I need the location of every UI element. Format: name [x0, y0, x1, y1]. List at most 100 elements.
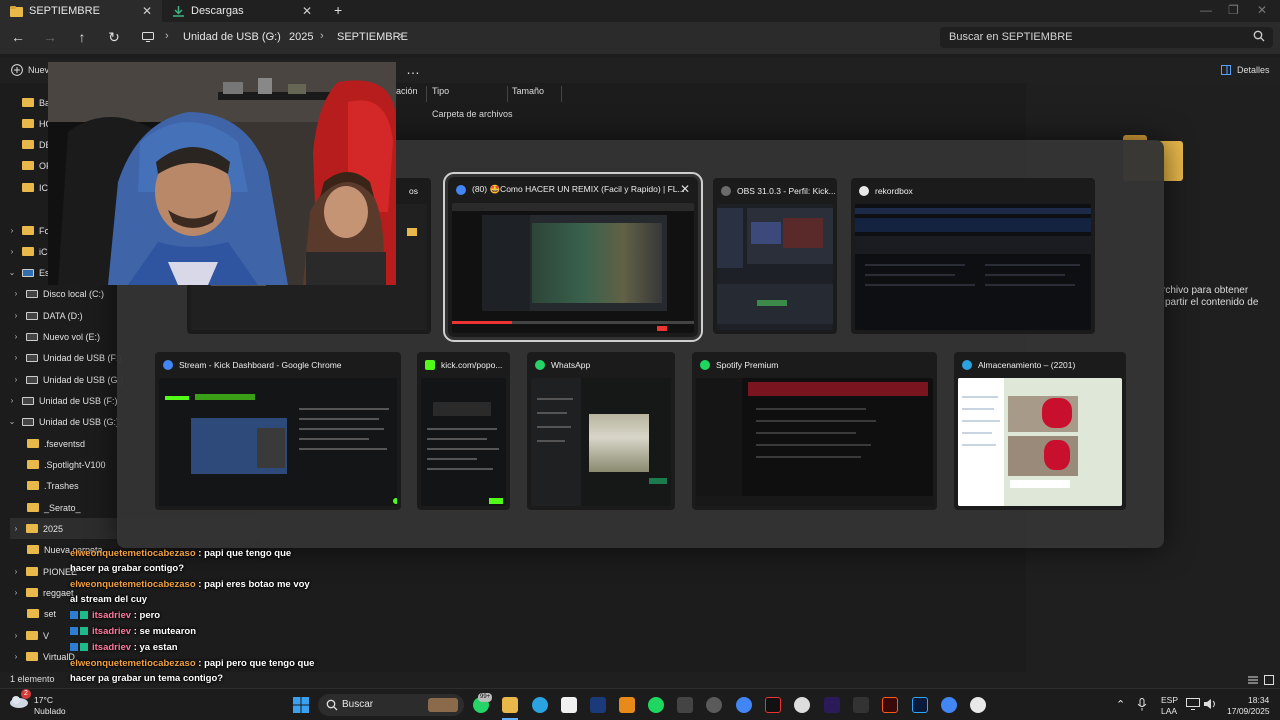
chevron-right-icon[interactable]: › [10, 375, 22, 384]
obs-icon[interactable] [706, 697, 722, 713]
sidebar-item[interactable]: › Unidad de USB (G:) [10, 369, 123, 390]
chevron-right-icon[interactable]: › [6, 226, 18, 235]
chevron-right-icon[interactable]: › [10, 311, 22, 320]
sidebar-item[interactable]: ⌄ Unidad de USB (G:) [6, 411, 119, 432]
chevron-down-icon[interactable]: ⌄ [6, 417, 18, 426]
column-divider[interactable] [507, 86, 508, 102]
monitor-icon[interactable] [142, 32, 154, 42]
column-header-date[interactable]: ación [396, 86, 418, 96]
microphone-icon[interactable] [1137, 698, 1147, 711]
switcher-window-telegram[interactable]: Almacenamiento – (2201) [954, 352, 1126, 510]
details-view-icon[interactable] [1248, 675, 1258, 685]
photoshop-icon[interactable] [912, 697, 928, 713]
details-button[interactable]: Detalles [1237, 65, 1270, 75]
taskbar-search-box[interactable]: Buscar [318, 694, 464, 716]
chatgpt-icon[interactable] [794, 697, 810, 713]
breadcrumb-septiembre[interactable]: SEPTIEMBRE [337, 31, 408, 43]
sidebar-item[interactable]: › Unidad de USB (F:) [6, 390, 118, 411]
forward-arrow-icon[interactable]: → [41, 29, 59, 45]
breadcrumb-usb-g[interactable]: Unidad de USB (G:) [183, 31, 281, 43]
chat-username[interactable]: itsadriev [92, 626, 131, 637]
fl-studio-icon[interactable] [619, 697, 635, 713]
chevron-right-icon[interactable]: › [6, 396, 18, 405]
new-button[interactable]: Nuev [28, 65, 49, 75]
chat-username[interactable]: itsadriev [92, 642, 131, 653]
switcher-window-youtube[interactable]: (80) 🤩Como HACER UN REMIX (Facil y Rapid… [443, 172, 703, 342]
tab-descargas[interactable]: Descargas ✕ [162, 0, 322, 22]
refresh-icon[interactable]: ↻ [105, 29, 123, 46]
sidebar-item[interactable]: › reggaet [10, 582, 74, 603]
column-divider[interactable] [561, 86, 562, 102]
network-icon[interactable] [1186, 698, 1200, 710]
maximize-icon[interactable]: ❐ [1228, 3, 1239, 17]
windows-start-icon[interactable] [293, 697, 309, 713]
chevron-right-icon[interactable]: › [10, 332, 22, 341]
close-window-icon[interactable]: ✕ [680, 182, 690, 196]
sidebar-item[interactable]: › Unidad de USB (F:) [10, 347, 122, 368]
chrome-profile-icon[interactable] [941, 697, 957, 713]
lc-app-icon[interactable] [590, 697, 606, 713]
chevron-right-icon[interactable]: › [10, 353, 22, 362]
sidebar-item[interactable]: .Spotlight-V100 [27, 454, 106, 475]
weather-desc[interactable]: Nublado [34, 706, 66, 716]
telegram-icon[interactable] [532, 697, 548, 713]
rekordbox-icon[interactable] [970, 697, 986, 713]
volume-icon[interactable] [1203, 698, 1217, 710]
close-tab-icon[interactable]: ✕ [302, 4, 312, 18]
chevron-right-icon[interactable]: › [10, 588, 22, 597]
switcher-window-obs[interactable]: OBS 31.0.3 - Perfil: Kick... [713, 178, 837, 334]
capture-app-icon[interactable] [677, 697, 693, 713]
weather-temp[interactable]: 17°C [34, 695, 53, 705]
chevron-right-icon[interactable]: › [10, 567, 22, 576]
chevron-right-icon[interactable]: › [10, 524, 22, 533]
search-input[interactable]: Buscar en SEPTIEMBRE [940, 27, 1273, 48]
switcher-window-kick-dashboard[interactable]: Stream - Kick Dashboard - Google Chrome [155, 352, 401, 510]
sidebar-item[interactable]: .fseventsd [27, 433, 85, 454]
sidebar-item[interactable]: › PIONEE [10, 561, 77, 582]
tiktok-icon[interactable] [765, 697, 781, 713]
clock-date[interactable]: 17/09/2025 [1227, 706, 1270, 716]
switcher-window-kick-chat[interactable]: kick.com/popo... [417, 352, 510, 510]
chevron-right-icon[interactable]: › [10, 631, 22, 640]
chevron-right-icon[interactable]: › [10, 652, 22, 661]
up-arrow-icon[interactable]: ↑ [73, 29, 91, 45]
chat-username[interactable]: elweonquetemetiocabezaso [70, 579, 196, 590]
more-options-icon[interactable]: … [406, 61, 420, 77]
column-divider[interactable] [426, 86, 427, 102]
sidebar-item[interactable]: › Nuevo vol (E:) [10, 326, 100, 347]
sidebar-item[interactable]: › DATA (D:) [10, 305, 83, 326]
premiere-icon[interactable] [824, 697, 840, 713]
illustrator-icon[interactable] [882, 697, 898, 713]
file-explorer-icon[interactable] [502, 697, 518, 713]
column-header-size[interactable]: Tamaño [512, 86, 544, 96]
breadcrumb-2025[interactable]: 2025 [289, 31, 313, 43]
clock-time[interactable]: 18:34 [1248, 695, 1269, 705]
switcher-window-rekordbox[interactable]: rekordbox [851, 178, 1095, 334]
sidebar-item[interactable]: .Trashes [27, 475, 79, 496]
chrome-icon[interactable] [736, 697, 752, 713]
chat-username[interactable]: elweonquetemetiocabezaso [70, 548, 196, 559]
notion-icon[interactable] [561, 697, 577, 713]
column-header-type[interactable]: Tipo [432, 86, 449, 96]
language-code[interactable]: ESP [1161, 695, 1178, 705]
sidebar-item[interactable]: _Serato_ [27, 497, 81, 518]
sidebar-item[interactable]: set [27, 603, 56, 624]
close-window-icon[interactable]: ✕ [1257, 3, 1267, 17]
live-icon[interactable] [853, 697, 869, 713]
chevron-right-icon[interactable]: › [6, 247, 18, 256]
sidebar-item[interactable]: › Disco local (C:) [10, 283, 104, 304]
new-tab-button[interactable]: + [334, 2, 342, 18]
tab-septiembre[interactable]: SEPTIEMBRE ✕ [0, 0, 162, 22]
chat-username[interactable]: elweonquetemetiocabezaso [70, 658, 196, 669]
add-icon[interactable] [11, 64, 23, 76]
keyboard-layout[interactable]: LAA [1161, 706, 1177, 716]
switcher-window-spotify[interactable]: Spotify Premium [692, 352, 937, 510]
chevron-down-icon[interactable]: ⌄ [6, 268, 18, 277]
switcher-window-whatsapp[interactable]: WhatsApp [527, 352, 675, 510]
chevron-right-icon[interactable]: › [10, 289, 22, 298]
back-arrow-icon[interactable]: ← [9, 29, 27, 45]
chat-username[interactable]: itsadriev [92, 610, 131, 621]
sidebar-item[interactable]: › VirtualD [10, 646, 75, 667]
spotify-icon[interactable] [648, 697, 664, 713]
sidebar-item[interactable]: › V [10, 625, 49, 646]
